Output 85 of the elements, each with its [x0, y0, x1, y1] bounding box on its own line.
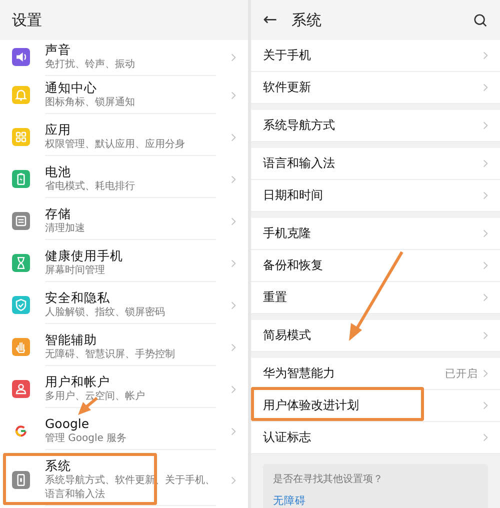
- item-title: 用户和帐户: [45, 373, 111, 390]
- item-title: 电池: [45, 163, 72, 180]
- chevron-icon: [483, 433, 488, 442]
- chevron-icon: [483, 261, 488, 270]
- item-subtitle: 无障碍、智慧识屏、手势控制: [45, 348, 176, 362]
- page-title: 设置: [12, 10, 42, 30]
- settings-item[interactable]: 智能辅助 无障碍、智慧识屏、手势控制: [0, 326, 248, 368]
- menu-item[interactable]: 语言和输入法: [251, 148, 500, 180]
- item-title: 存储: [45, 205, 72, 222]
- chevron-icon: [231, 52, 236, 62]
- item-label: 日期和时间: [263, 187, 324, 204]
- menu-item[interactable]: 手机克隆: [251, 218, 500, 250]
- chevron-icon: [483, 369, 488, 378]
- chevron-icon: [483, 191, 488, 200]
- settings-item[interactable]: 通知中心 图标角标、锁屏通知: [0, 74, 248, 116]
- chevron-icon: [483, 159, 488, 168]
- chevron-icon: [483, 293, 488, 302]
- chevron-icon: [231, 300, 236, 310]
- chevron-icon: [231, 90, 236, 100]
- settings-item[interactable]: 声音 免打扰、铃声、振动: [0, 40, 248, 74]
- settings-item[interactable]: 健康使用手机 屏幕时间管理: [0, 242, 248, 284]
- item-subtitle: 人脸解锁、指纹、锁屏密码: [45, 306, 166, 320]
- chevron-icon: [483, 121, 488, 130]
- item-label: 简易模式: [263, 327, 312, 344]
- menu-item[interactable]: 日期和时间: [251, 180, 500, 212]
- menu-item[interactable]: 软件更新: [251, 72, 500, 104]
- item-title: 健康使用手机: [45, 247, 124, 264]
- chevron-icon: [483, 51, 488, 60]
- chevron-icon: [231, 216, 236, 226]
- page-title: 系统: [291, 10, 322, 30]
- item-label: 备份和恢复: [263, 257, 324, 274]
- item-label: 用户体验改进计划: [263, 397, 360, 414]
- settings-item[interactable]: 存储 清理加速: [0, 200, 248, 242]
- menu-item[interactable]: 系统导航方式: [251, 110, 500, 142]
- settings-item[interactable]: 系统 系统导航方式、软件更新、关于手机、语言和输入法: [0, 452, 248, 508]
- item-label: 认证标志: [263, 429, 312, 446]
- item-title: 安全和隐私: [45, 289, 111, 306]
- chevron-icon: [231, 384, 236, 394]
- menu-item[interactable]: 重置: [251, 282, 500, 314]
- item-subtitle: 免打扰、铃声、振动: [45, 58, 136, 72]
- item-label: 系统导航方式: [263, 117, 336, 134]
- item-subtitle: 省电模式、耗电排行: [45, 180, 136, 194]
- chevron-icon: [231, 426, 236, 436]
- item-label: 手机克隆: [263, 225, 312, 242]
- menu-item[interactable]: 用户体验改进计划: [251, 390, 500, 422]
- item-subtitle: 屏幕时间管理: [45, 264, 106, 278]
- settings-item[interactable]: 电池 省电模式、耗电排行: [0, 158, 248, 200]
- chevron-icon: [483, 229, 488, 238]
- chevron-icon: [483, 331, 488, 340]
- item-title: 系统: [45, 457, 72, 474]
- suggestion-text: 是否在寻找其他设置项？: [273, 472, 384, 486]
- item-title: 通知中心: [45, 79, 98, 96]
- item-title: 声音: [45, 41, 72, 58]
- chevron-icon: [231, 476, 236, 484]
- settings-item[interactable]: 应用 权限管理、默认应用、应用分身: [0, 116, 248, 158]
- settings-item[interactable]: 用户和帐户 多用户、云空间、帐户: [0, 368, 248, 410]
- settings-item[interactable]: 安全和隐私 人脸解锁、指纹、锁屏密码: [0, 284, 248, 326]
- item-label: 语言和输入法: [263, 155, 336, 172]
- chevron-icon: [483, 401, 488, 410]
- item-label: 华为智慧能力: [263, 365, 336, 382]
- chevron-icon: [231, 258, 236, 268]
- settings-item[interactable]: Google 管理 Google 服务: [0, 410, 248, 452]
- menu-item[interactable]: 华为智慧能力 已开启: [251, 358, 500, 390]
- back-button[interactable]: ←: [263, 10, 278, 30]
- item-title: 应用: [45, 121, 72, 138]
- chevron-icon: [231, 132, 236, 142]
- item-title: Google: [45, 415, 90, 432]
- menu-item[interactable]: 备份和恢复: [251, 250, 500, 282]
- item-value: 已开启: [445, 366, 478, 380]
- item-label: 关于手机: [263, 47, 312, 64]
- search-icon[interactable]: [473, 12, 488, 28]
- item-subtitle: 清理加速: [45, 222, 86, 236]
- chevron-icon: [483, 83, 488, 92]
- item-subtitle: 系统导航方式、软件更新、关于手机、语言和输入法: [45, 474, 216, 502]
- item-title: 智能辅助: [45, 331, 98, 348]
- item-label: 重置: [263, 289, 288, 306]
- chevron-icon: [231, 342, 236, 352]
- item-subtitle: 图标角标、锁屏通知: [45, 96, 136, 110]
- chevron-icon: [231, 174, 236, 184]
- item-subtitle: 管理 Google 服务: [45, 432, 128, 446]
- menu-item[interactable]: 认证标志: [251, 422, 500, 454]
- item-label: 软件更新: [263, 79, 312, 96]
- item-subtitle: 多用户、云空间、帐户: [45, 390, 146, 404]
- item-subtitle: 权限管理、默认应用、应用分身: [45, 138, 186, 152]
- menu-item[interactable]: 关于手机: [251, 40, 500, 72]
